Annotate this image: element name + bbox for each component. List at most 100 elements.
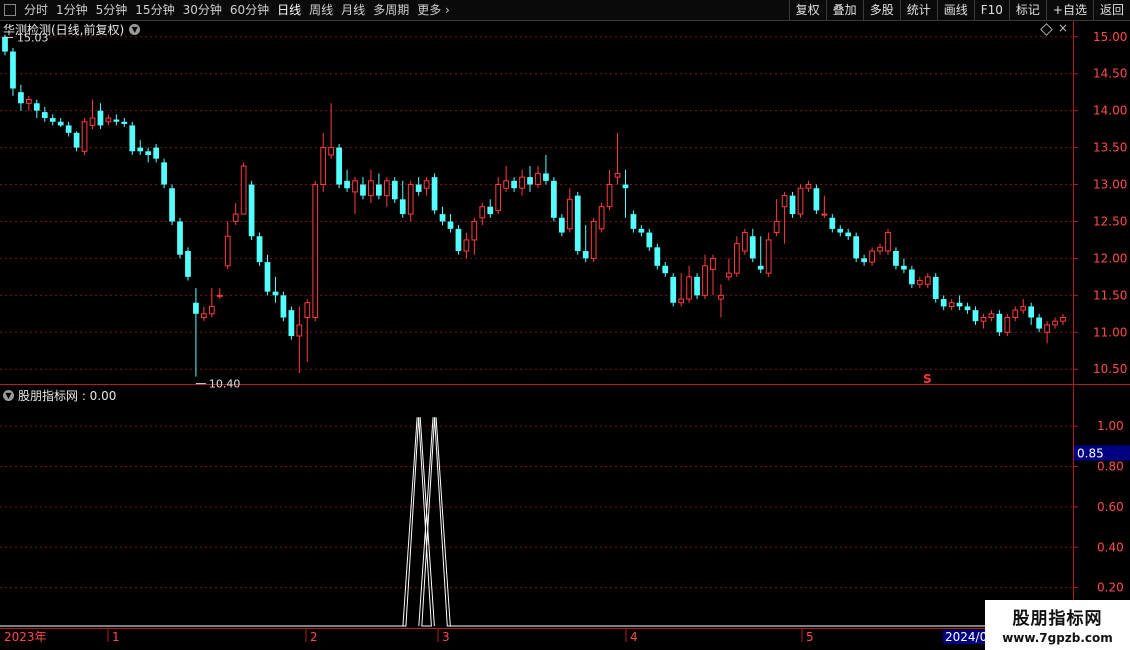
candle-body — [853, 236, 860, 259]
candle-body — [901, 265, 907, 270]
candle-body — [431, 177, 438, 211]
candle-body — [423, 180, 430, 189]
candle-body — [797, 187, 804, 215]
candle-body — [678, 298, 685, 304]
candle-body — [193, 302, 199, 314]
candle-body — [702, 265, 708, 296]
candle-body — [789, 195, 796, 215]
candle-body — [964, 306, 971, 311]
candle-body — [527, 177, 533, 185]
candle-body — [916, 280, 923, 285]
candle-body — [439, 214, 446, 222]
close-icon[interactable]: × — [1058, 21, 1068, 35]
candle-body — [821, 213, 828, 216]
candle-body — [18, 92, 24, 104]
candle-body — [686, 276, 692, 300]
price-tick-label: 15.00 — [1093, 30, 1127, 44]
chevron-down-icon[interactable]: ▼ — [129, 24, 141, 35]
candle-body — [272, 291, 279, 296]
candle-body — [845, 232, 852, 237]
watermark-url: www.7gpzb.com — [1002, 631, 1113, 645]
indicator-tick-label: 1.00 — [1097, 419, 1124, 433]
candle-body — [216, 294, 223, 297]
x-axis-month-label: 3 — [442, 630, 450, 644]
candle-body — [757, 265, 764, 270]
x-axis-month-label: 4 — [630, 630, 638, 644]
candle-body — [996, 313, 1003, 333]
candle-body — [177, 221, 183, 255]
candle-body — [1036, 317, 1042, 329]
candle-body — [256, 236, 263, 263]
candle-body — [312, 184, 319, 319]
candle-body — [503, 180, 510, 189]
candle-body — [304, 302, 311, 319]
candle-body — [391, 180, 398, 200]
candle-body — [558, 217, 565, 233]
indicator-cursor-value: 0.85 — [1077, 446, 1104, 460]
low-price-label: 10.40 — [209, 378, 241, 391]
stock-title: 华测检测(日线,前复权) — [3, 23, 125, 37]
candle-body — [1044, 324, 1050, 333]
candle-body — [1060, 317, 1066, 322]
candle-body — [511, 180, 517, 189]
candle-body — [654, 247, 661, 266]
candle-body — [726, 272, 732, 278]
chevron-down-icon[interactable]: ▼ — [3, 390, 14, 401]
candle-body — [368, 180, 374, 197]
candle-body — [638, 228, 645, 233]
candle-body — [495, 184, 502, 211]
candle-body — [893, 251, 899, 266]
x-axis-end-label: 2024/0 — [945, 630, 987, 644]
candle-body — [97, 110, 104, 126]
indicator-tick-label: 0.40 — [1097, 540, 1124, 554]
candle-body — [566, 198, 573, 230]
candle-body — [26, 99, 32, 104]
sub-chart-title: ▼ 股朋指标网 : 0.00 — [3, 387, 116, 404]
x-axis-start-label: 2023年 — [4, 630, 47, 644]
candle-body — [885, 232, 891, 252]
price-tick-label: 14.50 — [1093, 67, 1127, 81]
main-chart-title: 华测检测(日线,前复权) ▼ — [3, 21, 141, 38]
candle-body — [646, 232, 653, 248]
candle-body — [352, 180, 358, 193]
candle-body — [861, 258, 867, 263]
candle-body — [73, 132, 80, 148]
candle-body — [956, 302, 963, 307]
indicator-spike-outline — [402, 417, 451, 627]
price-tick-label: 12.00 — [1093, 251, 1127, 265]
candle-body — [932, 276, 939, 300]
candle-body — [224, 235, 231, 267]
candle-body — [2, 36, 8, 52]
indicator-title: 股朋指标网 : 0.00 — [18, 389, 117, 403]
candle-body — [240, 165, 247, 215]
candle-body — [360, 184, 366, 196]
candle-body — [328, 147, 335, 156]
candle-body — [137, 147, 144, 152]
x-axis-month-label: 1 — [112, 630, 120, 644]
candle-body — [201, 313, 207, 319]
candle-body — [145, 151, 152, 155]
candle-body — [1004, 317, 1011, 333]
candle-body — [185, 251, 191, 277]
price-tick-label: 11.50 — [1093, 288, 1127, 302]
candle-body — [948, 302, 955, 307]
candle-body — [41, 112, 48, 119]
candle-body — [121, 121, 128, 124]
candle-body — [455, 228, 462, 252]
candle-body — [57, 121, 64, 126]
candle-body — [280, 295, 287, 318]
watermark-name: 股朋指标网 — [1012, 609, 1103, 629]
candle-body — [81, 121, 88, 152]
candle-body — [463, 239, 470, 252]
candle-body — [208, 305, 215, 315]
chart-canvas: 15.00 14.50 14.00 13.50 13.00 12.50 12.00 11.50… — [0, 21, 1130, 644]
candle-body — [543, 173, 549, 181]
candle-body — [10, 51, 16, 89]
candle-body — [1028, 306, 1035, 318]
candle-body — [447, 221, 454, 229]
indicator-tick-label: 0.60 — [1097, 500, 1124, 514]
price-tick-label: 12.50 — [1093, 214, 1127, 228]
price-tick-label: 14.00 — [1093, 104, 1127, 118]
candle-body — [940, 299, 947, 307]
candle-body — [105, 117, 112, 123]
